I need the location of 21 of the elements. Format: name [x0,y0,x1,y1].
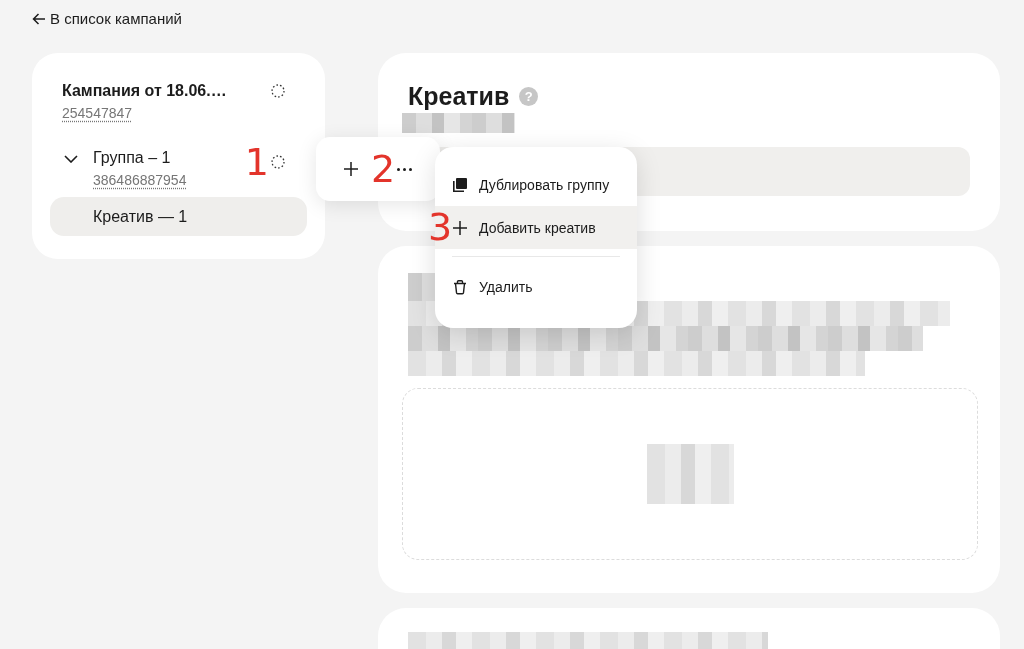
campaign-title[interactable]: Кампания от 18.06.… [62,81,227,101]
creative-title: Креатив [408,81,510,111]
arrow-left-icon [32,13,46,25]
back-link[interactable]: В список кампаний [32,10,182,28]
menu-item[interactable]: Удалить [435,265,637,308]
trash-icon [452,278,468,295]
annotation-number: 2 [371,152,396,186]
plus-icon [344,162,358,176]
chevron-down-icon[interactable] [64,155,78,163]
group-title[interactable]: Группа – 1 [93,148,171,168]
plus-icon [452,219,468,236]
menu-item[interactable]: Дублировать группу [435,163,637,206]
dotted-circle-icon [271,155,285,169]
copy-icon [452,176,468,193]
group-id[interactable]: 386486887954 [93,171,187,189]
campaign-id[interactable]: 254547847 [62,104,133,122]
pixelated-icon [646,444,734,504]
more-dots-icon [397,167,413,171]
annotation-number: 1 [244,145,269,179]
creative-item[interactable]: Креатив — 1 [50,197,307,236]
dotted-circle-icon [271,84,285,98]
